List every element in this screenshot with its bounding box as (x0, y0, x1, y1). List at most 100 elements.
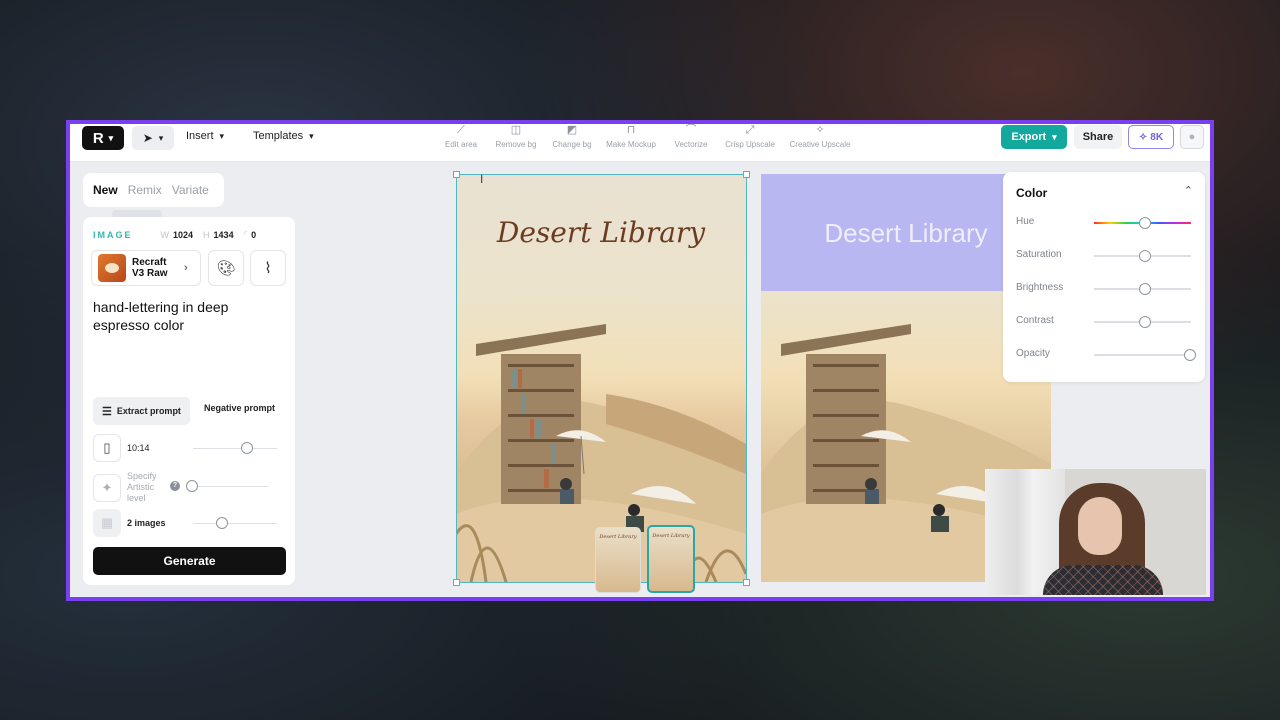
generate-button[interactable]: Generate (93, 547, 286, 575)
beach-library-illustration (456, 324, 746, 582)
sparkle-star-icon: ✦ (93, 473, 121, 502)
tab-new[interactable]: New (93, 183, 118, 197)
variant-thumbnail[interactable]: Desert Library (595, 527, 641, 593)
count-slider-knob[interactable] (216, 517, 228, 529)
aspect-ratio-setting[interactable]: ▯ 10:14 (93, 434, 150, 462)
share-label: Share (1082, 131, 1114, 143)
color-slider-knob[interactable] (1139, 250, 1151, 262)
artistic-label: Specify Artistic level (127, 471, 157, 503)
height-field[interactable]: H 1434 (203, 230, 234, 240)
image-settings-row: IMAGE W 1024 H 1434 ◜ 0 (93, 229, 256, 240)
credits-label: 8K (1150, 131, 1164, 143)
profile-button[interactable]: ● (1180, 125, 1204, 149)
artistic-level-setting[interactable]: ✦ Specify Artistic level (93, 471, 167, 504)
insert-menu[interactable]: Insert ▾ (186, 130, 224, 142)
select-tool-button[interactable]: ➤ ▾ (132, 126, 174, 150)
color-slider-knob[interactable] (1139, 217, 1151, 229)
templates-menu[interactable]: Templates ▾ (253, 130, 314, 142)
color-row-label: Contrast (1016, 315, 1054, 326)
canvas-image-original[interactable]: Desert Library (456, 174, 746, 582)
ratio-slider-track[interactable] (193, 448, 277, 449)
artistic-slider-knob[interactable] (186, 480, 198, 492)
rotation-icon: ◜ (243, 229, 248, 239)
image-label: IMAGE (93, 229, 133, 240)
thumb-title: Desert Library (599, 534, 637, 540)
color-slider-track[interactable] (1094, 354, 1191, 356)
export-label: Export (1011, 131, 1047, 143)
negative-prompt-button[interactable]: Negative prompt (204, 403, 275, 413)
tool-label: Make Mockup (606, 140, 656, 149)
style-palette-button[interactable]: 🎨︎ (208, 250, 244, 286)
ratio-label: 10:14 (127, 443, 150, 453)
chevron-down-icon: ▾ (1052, 131, 1057, 142)
tool-creative-upscale[interactable]: ✧ Creative Upscale (785, 124, 855, 149)
paperclip-icon: ⌇ (264, 260, 272, 277)
model-name: Recraft V3 Raw (132, 257, 168, 279)
templates-menu-label: Templates (253, 130, 304, 142)
artistic-slider-track[interactable] (188, 486, 268, 487)
color-slider-knob[interactable] (1184, 349, 1196, 361)
prompt-input[interactable]: hand-lettering in deep espresso color (93, 298, 278, 334)
height-key: H (203, 229, 210, 240)
palette-icon: 🎨︎ (216, 260, 236, 277)
crisp-upscale-icon: ⤢ (745, 124, 755, 136)
logo: R (92, 129, 104, 147)
tool-label: Change bg (552, 140, 592, 149)
tool-label: Edit area (444, 140, 478, 149)
user-icon: ● (1188, 131, 1196, 143)
attach-button[interactable]: ⌇ (250, 250, 286, 286)
variant-thumbnail-selected[interactable]: Desert Library (647, 525, 695, 593)
share-button[interactable]: Share (1074, 125, 1122, 149)
color-row-label: Saturation (1016, 249, 1062, 260)
width-field[interactable]: W 1024 (161, 230, 194, 240)
color-row-label: Opacity (1016, 348, 1050, 359)
tool-label: Crisp Upscale (725, 140, 775, 149)
chevron-down-icon: ▾ (158, 132, 164, 143)
presenter-face (1078, 497, 1122, 555)
creative-upscale-icon: ✧ (815, 124, 825, 136)
rotation-field[interactable]: ◜ 0 (244, 229, 257, 240)
image-count-setting[interactable]: ▦ 2 images (93, 509, 166, 537)
images-label: 2 images (127, 518, 166, 528)
ratio-slider-knob[interactable] (241, 442, 253, 454)
credits-button[interactable]: ✧ 8K (1128, 125, 1174, 149)
color-row-label: Hue (1016, 216, 1035, 227)
tab-remix[interactable]: Remix (128, 183, 162, 197)
color-adjust-panel: Color ⌃ Hue Saturation Brightness Contrast O… (1003, 172, 1205, 382)
height-value: 1434 (213, 229, 234, 240)
cursor-icon: ➤ (142, 131, 153, 145)
grid-icon: ▦ (93, 509, 121, 537)
tool-label: Creative Upscale (789, 140, 851, 149)
color-row-label: Brightness (1016, 282, 1064, 293)
insert-menu-label: Insert (186, 130, 214, 142)
help-icon[interactable]: ? (170, 481, 180, 491)
logo-menu-button[interactable]: R ▾ (82, 126, 124, 150)
width-value: 1024 (173, 229, 194, 240)
portrait-frame-icon: ▯ (93, 434, 121, 462)
top-toolbar: R ▾ ➤ ▾ Insert ▾ Templates ▾ ⟋ Edit area… (70, 124, 1210, 162)
text-cursor-icon: I (480, 172, 484, 186)
tool-crisp-upscale[interactable]: ⤢ Crisp Upscale (715, 124, 785, 149)
webcam-overlay (985, 469, 1206, 595)
color-slider-knob[interactable] (1139, 316, 1151, 328)
width-key: W (160, 229, 170, 240)
tool-label: Vectorize (674, 140, 708, 149)
extract-prompt-button[interactable]: ☰ Extract prompt (93, 397, 190, 425)
extract-label: Extract prompt (116, 406, 181, 416)
count-slider-track[interactable] (193, 523, 277, 524)
mode-tabs: New Remix Variate (83, 173, 224, 207)
rotation-value: 0 (251, 229, 257, 240)
generation-panel: IMAGE W 1024 H 1434 ◜ 0 Recraft V3 Raw ›… (83, 217, 295, 585)
chevron-down-icon: ▾ (309, 130, 314, 141)
app-window: R ▾ ➤ ▾ Insert ▾ Templates ▾ ⟋ Edit area… (66, 120, 1214, 601)
presenter-body (1043, 565, 1163, 595)
color-slider-knob[interactable] (1139, 283, 1151, 295)
thumb-title: Desert Library (652, 533, 690, 539)
red-panda-model-icon (98, 254, 126, 282)
export-button[interactable]: Export ▾ (1001, 125, 1067, 149)
tab-variate[interactable]: Variate (172, 183, 209, 197)
chevron-up-icon[interactable]: ⌃ (1184, 184, 1193, 197)
sparkle-icon: ✧ (1138, 131, 1148, 143)
color-panel-title: Color (1016, 186, 1048, 200)
model-selector[interactable]: Recraft V3 Raw › (91, 250, 201, 286)
